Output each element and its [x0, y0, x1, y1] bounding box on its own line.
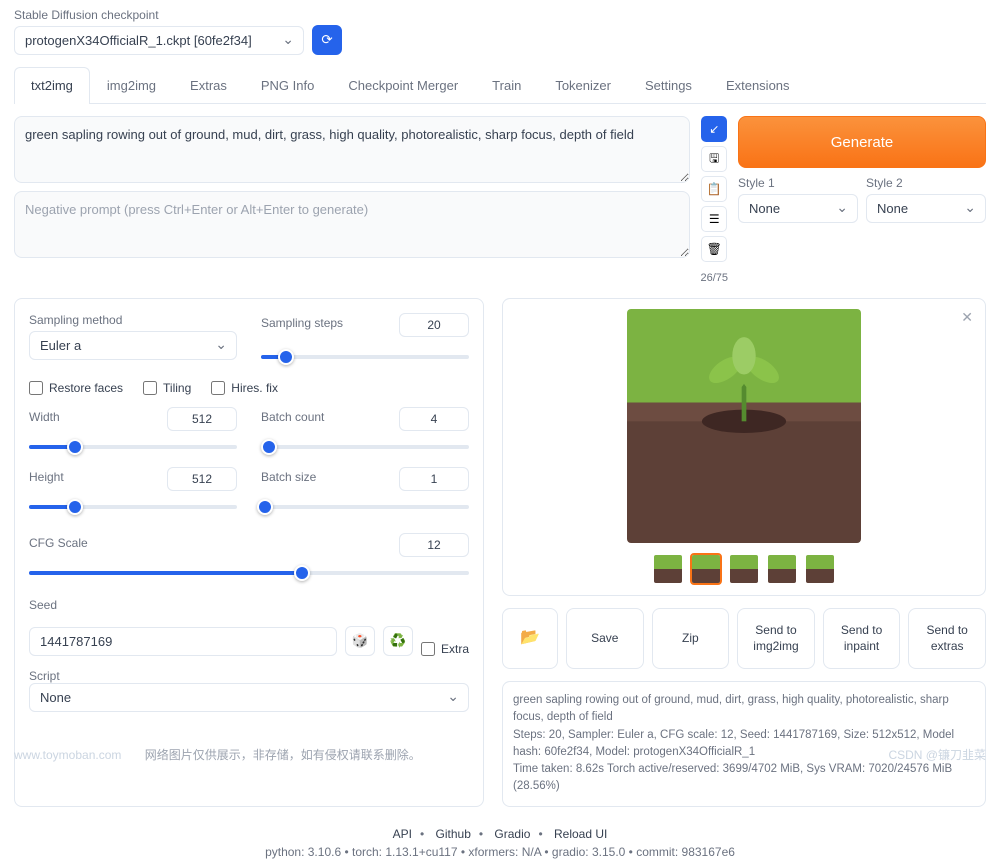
batch-count-label: Batch count [261, 410, 324, 424]
checkpoint-select[interactable]: protogenX34OfficialR_1.ckpt [60fe2f34] [14, 26, 304, 55]
cfg-label: CFG Scale [29, 536, 88, 550]
cfg-slider[interactable] [29, 563, 469, 583]
watermark-url: www.toymoban.com [14, 748, 121, 762]
sampling-steps-label: Sampling steps [261, 316, 343, 330]
footer-link-gradio[interactable]: Gradio [494, 827, 530, 841]
script-select[interactable]: None [29, 683, 469, 712]
batch-count-input[interactable] [399, 407, 469, 431]
tab-img2img[interactable]: img2img [90, 67, 173, 103]
apply-style-button[interactable]: ☰ [701, 206, 727, 232]
trash-icon: 🗑 [707, 242, 722, 256]
sapling-image [627, 309, 861, 543]
output-gallery: ✕ [502, 298, 986, 596]
restore-faces-check[interactable]: Restore faces [29, 381, 123, 395]
sampling-method-label: Sampling method [29, 313, 237, 327]
random-seed-button[interactable]: 🎲 [345, 626, 375, 656]
clipboard-icon: 📋 [707, 182, 722, 196]
footer-version: python: 3.10.6 • torch: 1.13.1+cu117 • x… [14, 845, 986, 859]
settings-panel: Sampling method Euler a Sampling steps R… [14, 298, 484, 807]
style1-select[interactable]: None [738, 194, 858, 223]
info-timing: Time taken: 8.62s Torch active/reserved:… [513, 761, 975, 796]
open-folder-button[interactable]: 📂 [502, 608, 558, 669]
width-input[interactable] [167, 407, 237, 431]
send-inpaint-button[interactable]: Send to inpaint [823, 608, 901, 669]
tab-train[interactable]: Train [475, 67, 538, 103]
seed-extra-check[interactable]: Extra [421, 642, 469, 656]
recycle-icon: ♻️ [390, 633, 407, 649]
style2-select[interactable]: None [866, 194, 986, 223]
style2-label: Style 2 [866, 176, 986, 190]
footer-link-reload[interactable]: Reload UI [554, 827, 607, 841]
footer-link-github[interactable]: Github [436, 827, 471, 841]
style1-label: Style 1 [738, 176, 858, 190]
reuse-seed-button[interactable]: ♻️ [383, 626, 413, 656]
script-label: Script [29, 669, 60, 683]
folder-icon: 📂 [520, 629, 540, 646]
gallery-thumb-2[interactable] [728, 553, 760, 585]
tab-txt2img[interactable]: txt2img [14, 67, 90, 104]
sampling-method-select[interactable]: Euler a [29, 331, 237, 360]
refresh-icon: ⟳ [321, 32, 332, 48]
gallery-thumb-4[interactable] [804, 553, 836, 585]
refresh-checkpoint-button[interactable]: ⟳ [312, 25, 342, 55]
gallery-thumb-1[interactable] [690, 553, 722, 585]
send-img2img-button[interactable]: Send to img2img [737, 608, 815, 669]
token-counter: 26/75 [700, 272, 728, 284]
tab-tokenizer[interactable]: Tokenizer [538, 67, 628, 103]
tab-extras[interactable]: Extras [173, 67, 244, 103]
gallery-thumb-3[interactable] [766, 553, 798, 585]
tab-checkpoint-merger[interactable]: Checkpoint Merger [331, 67, 475, 103]
batch-size-input[interactable] [399, 467, 469, 491]
tab-settings[interactable]: Settings [628, 67, 709, 103]
main-output-image[interactable] [627, 309, 861, 543]
footer: API• Github• Gradio• Reload UI python: 3… [14, 827, 986, 859]
negative-prompt-input[interactable] [14, 191, 690, 258]
main-tabs: txt2img img2img Extras PNG Info Checkpoi… [14, 67, 986, 104]
zip-button[interactable]: Zip [652, 608, 730, 669]
generate-button[interactable]: Generate [738, 116, 986, 168]
gallery-thumb-0[interactable] [652, 553, 684, 585]
prompt-input[interactable]: green sapling rowing out of ground, mud,… [14, 116, 690, 183]
width-slider[interactable] [29, 437, 237, 457]
save-style-button[interactable]: 🖫 [701, 146, 727, 172]
height-input[interactable] [167, 467, 237, 491]
arrow-icon: ↙ [709, 122, 719, 136]
sampling-steps-slider[interactable] [261, 347, 469, 367]
list-icon: ☰ [709, 212, 720, 226]
seed-label: Seed [29, 598, 57, 612]
save-button[interactable]: Save [566, 608, 644, 669]
paste-button[interactable]: 📋 [701, 176, 727, 202]
send-extras-button[interactable]: Send to extras [908, 608, 986, 669]
height-slider[interactable] [29, 497, 237, 517]
save-icon: 🖫 [709, 149, 719, 170]
checkpoint-label: Stable Diffusion checkpoint [14, 8, 304, 22]
tab-extensions[interactable]: Extensions [709, 67, 807, 103]
info-prompt: green sapling rowing out of ground, mud,… [513, 692, 975, 727]
footer-link-api[interactable]: API [393, 827, 412, 841]
height-label: Height [29, 470, 64, 484]
batch-count-slider[interactable] [261, 437, 469, 457]
tab-pnginfo[interactable]: PNG Info [244, 67, 331, 103]
generation-info: green sapling rowing out of ground, mud,… [502, 681, 986, 807]
width-label: Width [29, 410, 60, 424]
hires-fix-check[interactable]: Hires. fix [211, 381, 278, 395]
clear-button[interactable]: 🗑 [701, 236, 727, 262]
watermark-text: 网络图片仅供展示，非存储，如有侵权请联系删除。 [145, 748, 421, 762]
close-icon[interactable]: ✕ [961, 309, 973, 326]
interrogate-button[interactable]: ↙ [701, 116, 727, 142]
tiling-check[interactable]: Tiling [143, 381, 191, 395]
batch-size-label: Batch size [261, 470, 316, 484]
cfg-input[interactable] [399, 533, 469, 557]
seed-input[interactable] [29, 627, 337, 656]
batch-size-slider[interactable] [261, 497, 469, 517]
sampling-steps-input[interactable] [399, 313, 469, 337]
dice-icon: 🎲 [352, 633, 369, 649]
csdn-watermark: CSDN @镰刀韭菜 [888, 746, 986, 763]
